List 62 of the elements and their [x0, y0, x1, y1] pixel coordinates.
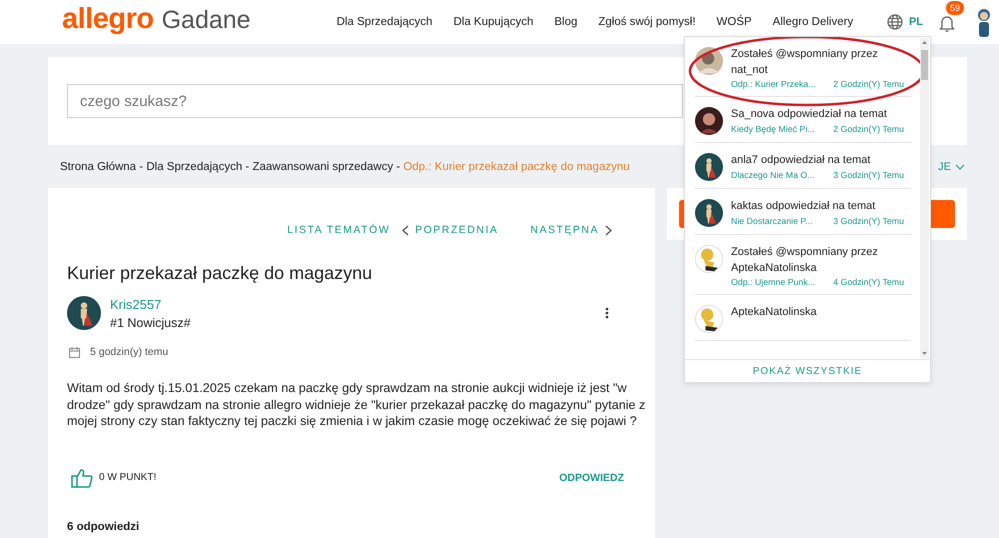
- notification-item[interactable]: Zostałeś @wspomniany przez AptekaNatolinska Odp.: Ujemne Punk... 4 Godzin(Y) Temu: [695, 235, 911, 295]
- nav-link[interactable]: Dla Sprzedających: [336, 16, 432, 28]
- show-all-link[interactable]: POKAŻ WSZYSTKIE: [685, 359, 930, 383]
- notification-text: Zostałeś @wspomniany przez AptekaNatolinska: [731, 245, 879, 276]
- nav-link[interactable]: Dla Kupujących: [453, 16, 534, 28]
- nav-link[interactable]: WOŚP: [716, 16, 752, 28]
- cartoon-avatar-icon: [695, 305, 723, 333]
- globe-icon[interactable]: [886, 14, 903, 30]
- breadcrumb: Strona Główna - Dla Sprzedających - Zaawansowani sprzedawcy - Odp.: Kurier przekazał paczkę do magazynu: [60, 160, 630, 172]
- topic-link[interactable]: Kiedy Będę Mieć Pi...: [731, 124, 815, 134]
- topic-link[interactable]: Nie Dostarczanie P...: [731, 216, 812, 226]
- dropdown-toggle[interactable]: JE: [938, 160, 965, 172]
- topic-list-link[interactable]: LISTA TEMATÓW: [287, 224, 390, 236]
- topic-link[interactable]: Dlaczego Nie Ma O...: [731, 170, 815, 180]
- nav-link[interactable]: Allegro Delivery: [772, 16, 854, 28]
- notification-time: 2 Godzin(Y) Temu: [833, 124, 904, 134]
- user-avatar-icon[interactable]: [975, 7, 993, 37]
- replies-count: 6 odpowiedzi: [67, 520, 140, 532]
- nav-link[interactable]: Blog: [554, 16, 578, 28]
- notification-text: AptekaNatolinska: [731, 305, 817, 320]
- search-input[interactable]: czego szukasz?: [68, 85, 682, 117]
- notification-time: 4 Godzin(Y) Temu: [833, 277, 904, 287]
- avatar-icon: [695, 47, 723, 75]
- thumbs-up-icon[interactable]: [71, 468, 93, 488]
- notification-time: 2 Godzin(Y) Temu: [833, 79, 904, 89]
- reply-link[interactable]: ODPOWIEDZ: [559, 472, 624, 484]
- topic-link[interactable]: Odp.: Kurier Przeka...: [731, 79, 816, 89]
- next-link[interactable]: NASTĘPNA: [530, 224, 612, 236]
- like-count: 0 W PUNKT!: [99, 472, 156, 483]
- previous-link[interactable]: POPRZEDNIA: [402, 224, 498, 236]
- author-rank: #1 Nowicjusz#: [110, 316, 191, 330]
- language-selector[interactable]: PL: [908, 16, 923, 28]
- post-body: Witam od środy tj.15.01.2025 czekam na paczkę gdy sprawdzam na stronie aukcji widnieje iż jest "w drodze" gdy sprawdzam na stronie allegro widnieje że "kurier przekazał paczkę do magazynu" pytanie z mojej strony czy stan faktyczny tej paczki się zmienia i w jakim czasie mogę oczekiwać że się pojawi ?: [67, 380, 646, 430]
- notification-item[interactable]: Sa_nova odpowiedział na temat Kiedy Będę Mieć Pi... 2 Godzin(Y) Temu: [695, 97, 911, 143]
- post-title: Kurier przekazał paczkę do magazynu: [67, 263, 374, 284]
- notification-item[interactable]: AptekaNatolinska: [695, 295, 911, 341]
- author-link[interactable]: Kris2557: [110, 297, 162, 312]
- notification-time: 3 Godzin(Y) Temu: [833, 170, 904, 180]
- calendar-icon: [69, 346, 80, 358]
- nav-link[interactable]: Zgłoś swój pomysł!: [598, 16, 696, 28]
- hero-avatar-icon: [695, 153, 723, 181]
- scrollbar[interactable]: [920, 38, 929, 358]
- hero-avatar-icon: [67, 296, 101, 330]
- notification-text: kaktas odpowiedział na temat: [731, 199, 876, 214]
- notification-badge: 59: [946, 1, 964, 15]
- notification-item[interactable]: anla7 odpowiedział na temat Dlaczego Nie Ma O... 3 Godzin(Y) Temu: [695, 143, 911, 189]
- chevron-left-icon: [402, 224, 410, 236]
- notification-text: Zostałeś @wspomniany przez nat_not: [731, 47, 879, 78]
- chevron-down-icon: [955, 164, 965, 170]
- avatar-icon: [695, 107, 723, 135]
- notification-text: anla7 odpowiedział na temat: [731, 153, 872, 168]
- logo[interactable]: allegro: [62, 2, 154, 36]
- topic-link[interactable]: Odp.: Ujemne Punk...: [731, 277, 816, 287]
- logo-suffix: Gadane: [162, 6, 251, 34]
- post-date: 5 godzin(y) temu: [90, 346, 168, 358]
- more-options-icon[interactable]: [605, 307, 609, 319]
- notification-time: 3 Godzin(Y) Temu: [833, 216, 904, 226]
- cartoon-avatar-icon: [695, 245, 723, 273]
- chevron-right-icon: [605, 224, 612, 236]
- hero-avatar-icon: [695, 199, 723, 227]
- notification-item[interactable]: kaktas odpowiedział na temat Nie Dostarczanie P... 3 Godzin(Y) Temu: [695, 189, 911, 235]
- notification-text: Sa_nova odpowiedział na temat: [731, 107, 888, 122]
